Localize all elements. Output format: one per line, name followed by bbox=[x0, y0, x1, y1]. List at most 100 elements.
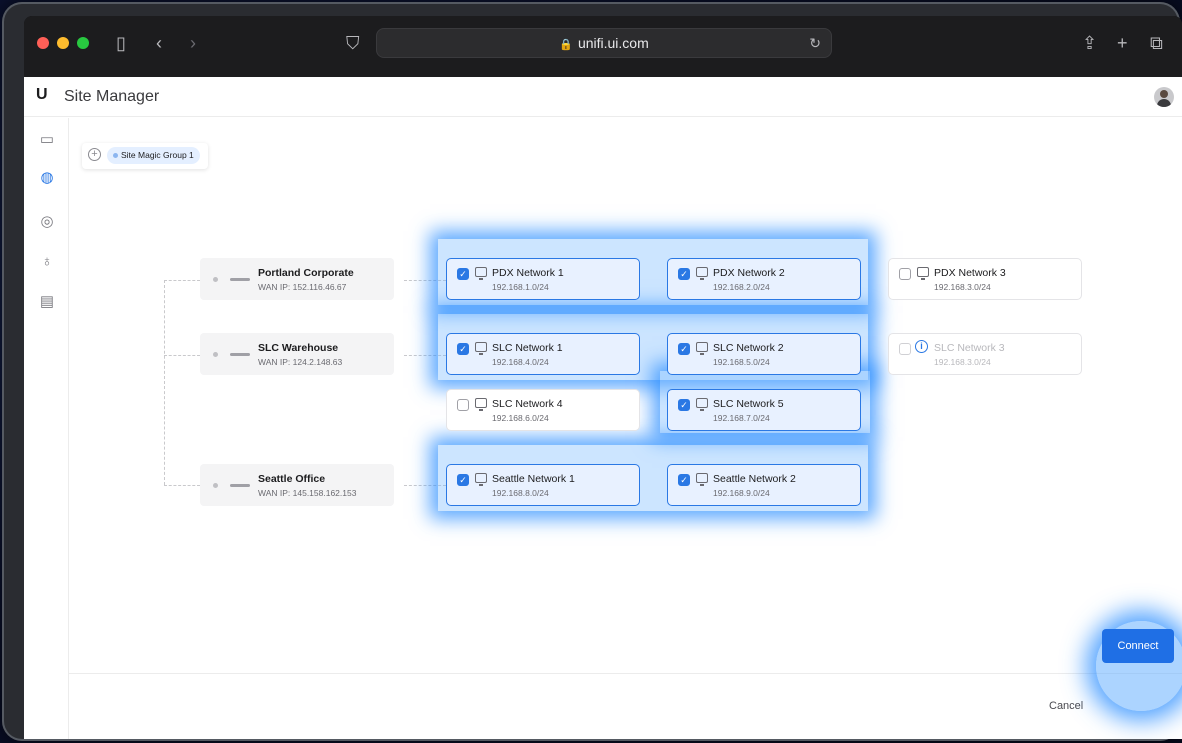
clipboard-icon[interactable]: ▤ bbox=[37, 292, 57, 312]
connect-button[interactable]: Connect bbox=[1102, 629, 1174, 663]
network-checkbox[interactable]: ✓ bbox=[678, 343, 690, 355]
gateway-device-icon bbox=[230, 484, 250, 487]
network-card-slc-4[interactable]: SLC Network 4 192.168.6.0/24 bbox=[446, 389, 640, 431]
network-subnet: 192.168.4.0/24 bbox=[492, 357, 549, 367]
network-checkbox[interactable]: ✓ bbox=[457, 343, 469, 355]
network-subnet: 192.168.3.0/24 bbox=[934, 282, 991, 292]
info-icon[interactable]: i bbox=[915, 340, 928, 353]
network-name: PDX Network 3 bbox=[934, 267, 1006, 279]
network-name: SLC Network 4 bbox=[492, 398, 563, 410]
zoom-window-button[interactable] bbox=[77, 37, 89, 49]
network-name: SLC Network 1 bbox=[492, 342, 563, 354]
address-bar[interactable]: 🔒 unifi.ui.com ↻ bbox=[376, 28, 832, 58]
network-checkbox[interactable]: ✓ bbox=[457, 474, 469, 486]
network-subnet: 192.168.2.0/24 bbox=[713, 282, 770, 292]
close-window-button[interactable] bbox=[37, 37, 49, 49]
network-checkbox[interactable] bbox=[899, 268, 911, 280]
shield-icon[interactable]: ⛉ bbox=[346, 33, 360, 53]
tree-branch-line bbox=[164, 485, 200, 486]
site-card-portland[interactable]: Portland Corporate WAN IP: 152.116.46.67 bbox=[200, 258, 394, 300]
avatar[interactable] bbox=[1154, 87, 1174, 107]
network-subnet: 192.168.3.0/24 bbox=[934, 357, 991, 367]
network-subnet: 192.168.6.0/24 bbox=[492, 413, 549, 423]
site-name: Portland Corporate bbox=[258, 267, 354, 279]
network-card-pdx-3[interactable]: PDX Network 3 192.168.3.0/24 bbox=[888, 258, 1082, 300]
app-title: Site Manager bbox=[64, 88, 160, 105]
gateway-device-icon bbox=[230, 278, 250, 281]
new-tab-icon[interactable]: + bbox=[1117, 33, 1128, 53]
sidebar: ▭ ◍ ◎ ♁ ▤ bbox=[24, 118, 69, 739]
reload-icon[interactable]: ↻ bbox=[809, 29, 821, 57]
monitor-icon bbox=[696, 398, 708, 411]
url-text: unifi.ui.com bbox=[577, 35, 649, 51]
share-icon[interactable]: ⇪ bbox=[1082, 33, 1097, 53]
network-name: PDX Network 1 bbox=[492, 267, 564, 279]
network-checkbox[interactable]: ✓ bbox=[678, 268, 690, 280]
network-subnet: 192.168.5.0/24 bbox=[713, 357, 770, 367]
network-name: SLC Network 3 bbox=[934, 342, 1005, 354]
network-card-slc-2[interactable]: ✓ SLC Network 2 192.168.5.0/24 bbox=[667, 333, 861, 375]
monitor-icon bbox=[696, 342, 708, 355]
group-bar: + Site Magic Group 1 bbox=[82, 143, 208, 169]
monitor-icon bbox=[475, 267, 487, 280]
camera-icon[interactable]: ◎ bbox=[37, 212, 57, 232]
network-card-slc-1[interactable]: ✓ SLC Network 1 192.168.4.0/24 bbox=[446, 333, 640, 375]
screen: ▯ ‹ › ⛉ 🔒 unifi.ui.com ↻ ⇪ + ⧉ U Site Man… bbox=[24, 16, 1182, 739]
network-card-pdx-2[interactable]: ✓ PDX Network 2 192.168.2.0/24 bbox=[667, 258, 861, 300]
network-name: SLC Network 2 bbox=[713, 342, 784, 354]
network-subnet: 192.168.8.0/24 bbox=[492, 488, 549, 498]
monitor-icon bbox=[696, 473, 708, 486]
network-name: Seattle Network 1 bbox=[492, 473, 575, 485]
monitor-icon bbox=[475, 473, 487, 486]
gateway-device-icon bbox=[230, 353, 250, 356]
footer-bar: Cancel bbox=[69, 673, 1182, 739]
forward-icon[interactable]: › bbox=[190, 33, 196, 53]
network-card-seattle-1[interactable]: ✓ Seattle Network 1 192.168.8.0/24 bbox=[446, 464, 640, 506]
network-checkbox[interactable]: ✓ bbox=[457, 268, 469, 280]
monitor-icon bbox=[475, 398, 487, 411]
unifi-logo[interactable]: U bbox=[36, 86, 48, 104]
network-subnet: 192.168.7.0/24 bbox=[713, 413, 770, 423]
router-icon[interactable]: ▭ bbox=[37, 130, 57, 150]
network-checkbox[interactable] bbox=[899, 343, 911, 355]
network-name: SLC Network 5 bbox=[713, 398, 784, 410]
site-name: SLC Warehouse bbox=[258, 342, 339, 354]
back-icon[interactable]: ‹ bbox=[156, 33, 162, 53]
site-card-seattle[interactable]: Seattle Office WAN IP: 145.158.162.153 bbox=[200, 464, 394, 506]
sidebar-toggle-icon[interactable]: ▯ bbox=[116, 33, 126, 53]
cancel-button[interactable]: Cancel bbox=[1049, 700, 1083, 712]
network-card-slc-5[interactable]: ✓ SLC Network 5 192.168.7.0/24 bbox=[667, 389, 861, 431]
lock-icon: 🔒 bbox=[559, 39, 573, 51]
tree-trunk-line bbox=[164, 280, 165, 485]
network-name: Seattle Network 2 bbox=[713, 473, 796, 485]
network-checkbox[interactable] bbox=[457, 399, 469, 411]
monitor-icon bbox=[696, 267, 708, 280]
minimize-window-button[interactable] bbox=[57, 37, 69, 49]
add-group-icon[interactable]: + bbox=[88, 148, 101, 161]
tabs-overview-icon[interactable]: ⧉ bbox=[1150, 33, 1163, 53]
monitor-icon bbox=[917, 267, 929, 280]
network-checkbox[interactable]: ✓ bbox=[678, 474, 690, 486]
app-header: U Site Manager bbox=[24, 77, 1182, 117]
network-subnet: 192.168.9.0/24 bbox=[713, 488, 770, 498]
network-card-pdx-1[interactable]: ✓ PDX Network 1 192.168.1.0/24 bbox=[446, 258, 640, 300]
browser-toolbar: ▯ ‹ › ⛉ 🔒 unifi.ui.com ↻ ⇪ + ⧉ bbox=[24, 16, 1182, 77]
group-chip[interactable]: Site Magic Group 1 bbox=[107, 147, 200, 164]
tree-branch-line bbox=[164, 280, 200, 281]
site-card-slc[interactable]: SLC Warehouse WAN IP: 124.2.148.63 bbox=[200, 333, 394, 375]
globe-network-icon[interactable]: ◍ bbox=[37, 168, 57, 188]
network-name: PDX Network 2 bbox=[713, 267, 785, 279]
site-wan-ip: WAN IP: 145.158.162.153 bbox=[258, 488, 357, 498]
network-subnet: 192.168.1.0/24 bbox=[492, 282, 549, 292]
monitor-icon bbox=[475, 342, 487, 355]
users-gear-icon[interactable]: ♁ bbox=[37, 252, 57, 272]
device-frame: ▯ ‹ › ⛉ 🔒 unifi.ui.com ↻ ⇪ + ⧉ U Site Man… bbox=[2, 2, 1182, 741]
site-wan-ip: WAN IP: 152.116.46.67 bbox=[258, 282, 347, 292]
network-card-slc-3[interactable]: i SLC Network 3 192.168.3.0/24 bbox=[888, 333, 1082, 375]
site-name: Seattle Office bbox=[258, 473, 326, 485]
app-window: U Site Manager ▭ ◍ ◎ ♁ ▤ + Site Magic Gr… bbox=[24, 77, 1182, 739]
site-wan-ip: WAN IP: 124.2.148.63 bbox=[258, 357, 343, 367]
network-checkbox[interactable]: ✓ bbox=[678, 399, 690, 411]
network-card-seattle-2[interactable]: ✓ Seattle Network 2 192.168.9.0/24 bbox=[667, 464, 861, 506]
tree-branch-line bbox=[164, 355, 200, 356]
